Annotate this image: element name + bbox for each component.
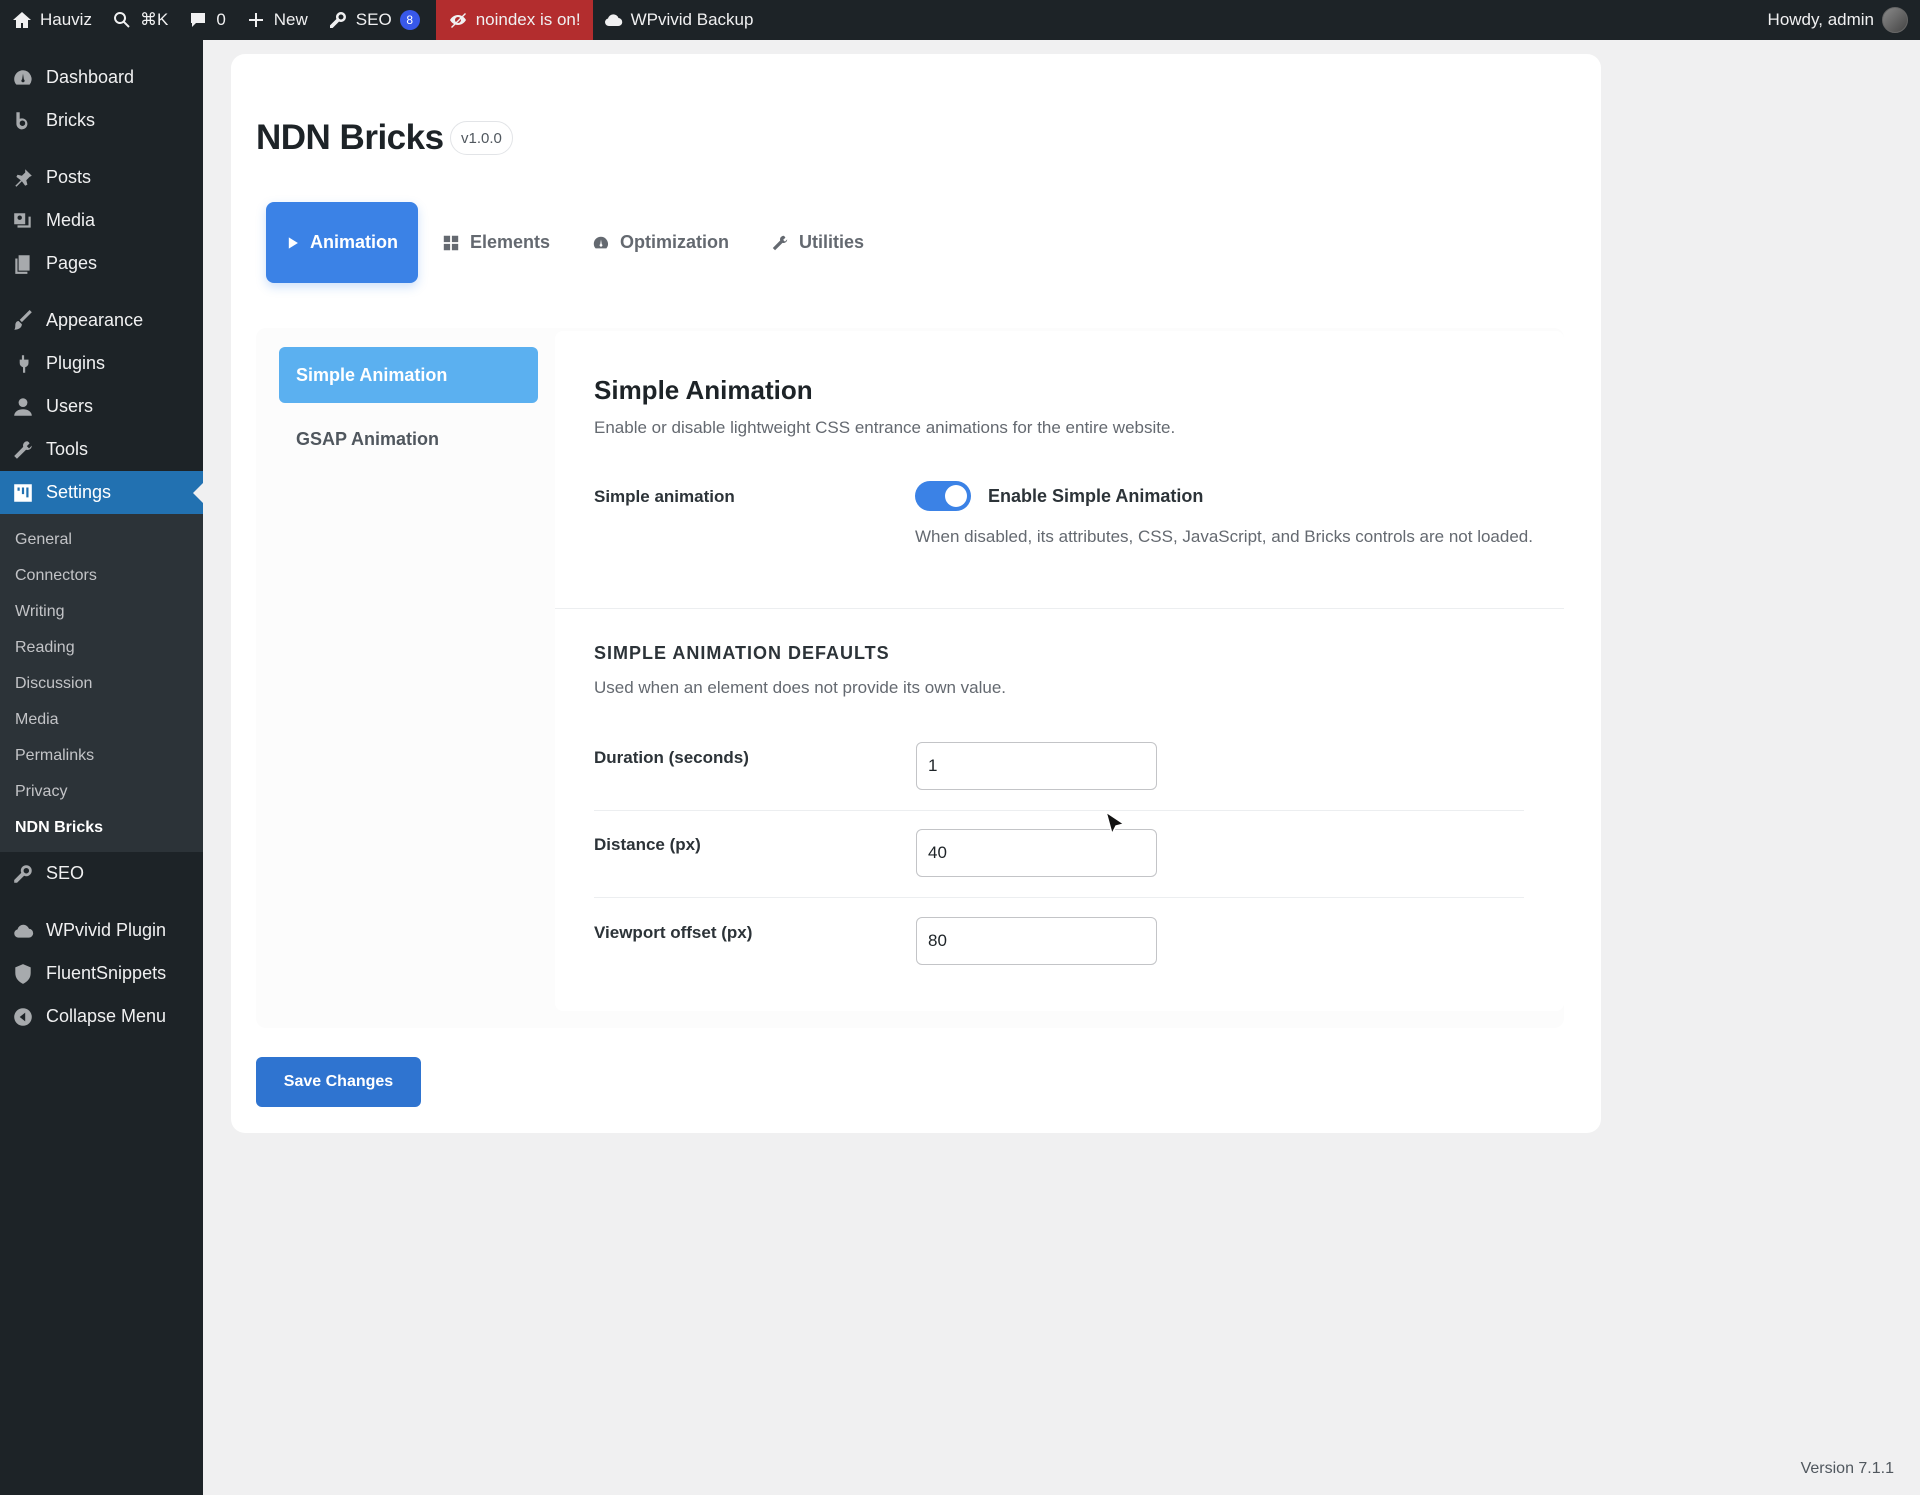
subnav-gsap-animation[interactable]: GSAP Animation [279,411,538,467]
distance-label: Distance (px) [594,835,701,854]
seo-icon [14,864,32,883]
search-icon [114,11,130,28]
defaults-heading: SIMPLE ANIMATION DEFAULTS [594,643,890,663]
animation-subnav: Simple Animation GSAP Animation [279,347,538,475]
eye-slash-icon [449,13,466,28]
bricks-icon [16,111,28,129]
subnav-simple-animation[interactable]: Simple Animation [279,347,538,403]
plugin-icon [19,354,29,373]
cloud-icon [14,924,34,938]
grid-icon [443,235,459,250]
tab-elements[interactable]: Elements [424,202,568,283]
sidebar-item-seo[interactable]: SEO [0,852,203,895]
viewport-offset-label: Viewport offset (px) [594,923,753,942]
toggle-label[interactable]: Enable Simple Animation [988,486,1203,507]
sidebar-item-settings[interactable]: Settings [0,471,203,514]
home-icon [13,12,31,28]
simple-animation-label: Simple animation [594,487,735,506]
row-divider [594,897,1524,898]
duration-label: Duration (seconds) [594,748,749,767]
wrench-icon [772,235,788,250]
sidebar-item-users[interactable]: Users [0,385,203,428]
comments-link[interactable]: 0 [178,0,235,40]
user-icon [14,397,32,416]
submenu-writing[interactable]: Writing [0,594,203,630]
submenu-ndn-bricks[interactable]: NDN Bricks [0,810,203,846]
simple-animation-toggle[interactable] [915,481,971,511]
collapse-icon [14,1007,32,1026]
wrench-icon [14,440,32,459]
media-icon [14,212,31,228]
sidebar-item-tools[interactable]: Tools [0,428,203,471]
dashboard-icon [14,69,32,85]
save-changes-button[interactable]: Save Changes [256,1057,421,1107]
submenu-connectors[interactable]: Connectors [0,558,203,594]
shield-icon [15,963,31,984]
pages-icon [15,254,30,274]
duration-input[interactable] [916,742,1157,790]
pin-icon [15,168,32,187]
viewport-offset-input[interactable] [916,917,1157,965]
wp-version: Version 7.1.1 [1800,1460,1894,1477]
submenu-general[interactable]: General [0,522,203,558]
section-title: Simple Animation [594,375,813,405]
admin-sidebar: Dashboard Bricks Posts Media Pages Appea… [0,40,203,1495]
account-menu[interactable]: Howdy, admin [1758,0,1920,40]
sidebar-item-wpvivid[interactable]: WPvivid Plugin [0,909,203,952]
avatar [1882,7,1908,33]
settings-submenu: General Connectors Writing Reading Discu… [0,514,203,852]
version-badge: v1.0.0 [450,121,513,155]
submenu-privacy[interactable]: Privacy [0,774,203,810]
submenu-reading[interactable]: Reading [0,630,203,666]
row-divider [594,810,1524,811]
sidebar-item-appearance[interactable]: Appearance [0,299,203,342]
tab-optimization[interactable]: Optimization [574,202,747,283]
comment-icon [191,13,206,27]
cloud-icon [604,14,622,27]
seo-menu[interactable]: SEO 8 [318,0,430,40]
sidebar-item-plugins[interactable]: Plugins [0,342,203,385]
sidebar-item-dashboard[interactable]: Dashboard [0,56,203,99]
tab-animation[interactable]: Animation [266,202,418,283]
mouse-cursor-icon [1104,810,1126,837]
site-name-link[interactable]: Hauviz [0,0,102,40]
new-content-link[interactable]: New [236,0,318,40]
sidebar-item-media[interactable]: Media [0,199,203,242]
defaults-description: Used when an element does not provide it… [594,678,1007,697]
admin-bar: Hauviz ⌘K 0 New SEO 8 noindex is on! WPv… [0,0,1920,40]
page-title: NDN Bricks [256,118,444,157]
sidebar-item-posts[interactable]: Posts [0,156,203,199]
submenu-discussion[interactable]: Discussion [0,666,203,702]
submenu-media[interactable]: Media [0,702,203,738]
sidebar-item-pages[interactable]: Pages [0,242,203,285]
gauge-icon [593,236,609,248]
wpvivid-backup-link[interactable]: WPvivid Backup [593,0,764,40]
tab-utilities[interactable]: Utilities [753,202,882,283]
seo-count-badge: 8 [399,10,420,30]
tab-bar: Animation Elements Optimization Utilitie… [266,202,882,283]
play-icon [288,236,298,249]
settings-icon [14,483,32,502]
noindex-warning[interactable]: noindex is on! [435,0,593,40]
sidebar-item-fluentsnippets[interactable]: FluentSnippets [0,952,203,995]
toggle-help-text: When disabled, its attributes, CSS, Java… [915,527,1533,546]
plus-icon [248,13,263,27]
seo-icon [329,11,346,28]
collapse-menu-button[interactable]: Collapse Menu [0,995,203,1038]
command-search[interactable]: ⌘K [102,0,178,40]
section-divider [555,608,1564,609]
paintbrush-icon [14,309,32,330]
submenu-permalinks[interactable]: Permalinks [0,738,203,774]
section-description: Enable or disable lightweight CSS entran… [594,418,1176,437]
sidebar-item-bricks[interactable]: Bricks [0,99,203,142]
